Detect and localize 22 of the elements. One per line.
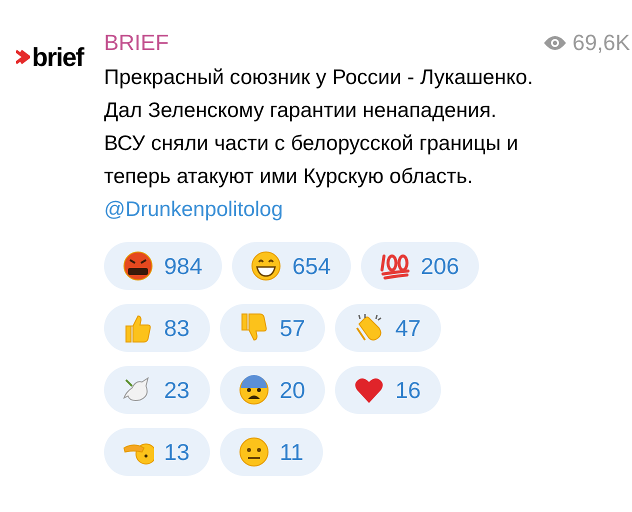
reaction-button[interactable]: 13 (104, 428, 210, 476)
fearful-face-icon (238, 374, 270, 406)
channel-logo: brief (32, 44, 84, 70)
reaction-button[interactable]: 984 (104, 242, 222, 290)
arrow-logo-icon (16, 47, 30, 67)
reaction-button[interactable]: 16 (335, 366, 441, 414)
reaction-button[interactable]: 23 (104, 366, 210, 414)
reaction-button[interactable]: 57 (220, 304, 326, 352)
neutral-face-icon (238, 436, 270, 468)
reaction-button[interactable]: 206 (360, 242, 480, 290)
reaction-button[interactable]: 83 (104, 304, 210, 352)
reaction-button[interactable]: 654 (232, 242, 351, 290)
angry-face-icon (122, 250, 154, 282)
grinning-face-icon (250, 250, 282, 282)
eye-icon (542, 34, 566, 50)
reaction-button[interactable]: 11 (220, 428, 324, 476)
channel-name[interactable]: BRIEF (104, 28, 169, 56)
reaction-button[interactable]: 20 (220, 366, 326, 414)
view-count: 69,6K (572, 29, 630, 57)
reaction-button[interactable]: 47 (335, 304, 441, 352)
mention-link[interactable]: @Drunkenpolitolog (104, 198, 283, 221)
post-text: Прекрасный союзник у России - Лукашенко. Дал Зеленскому гарантии ненападения. ВСУ сняли части с белорусской границы и теперь атакуют ими Курскую область. @Drunkenpolitolog (104, 65, 534, 223)
